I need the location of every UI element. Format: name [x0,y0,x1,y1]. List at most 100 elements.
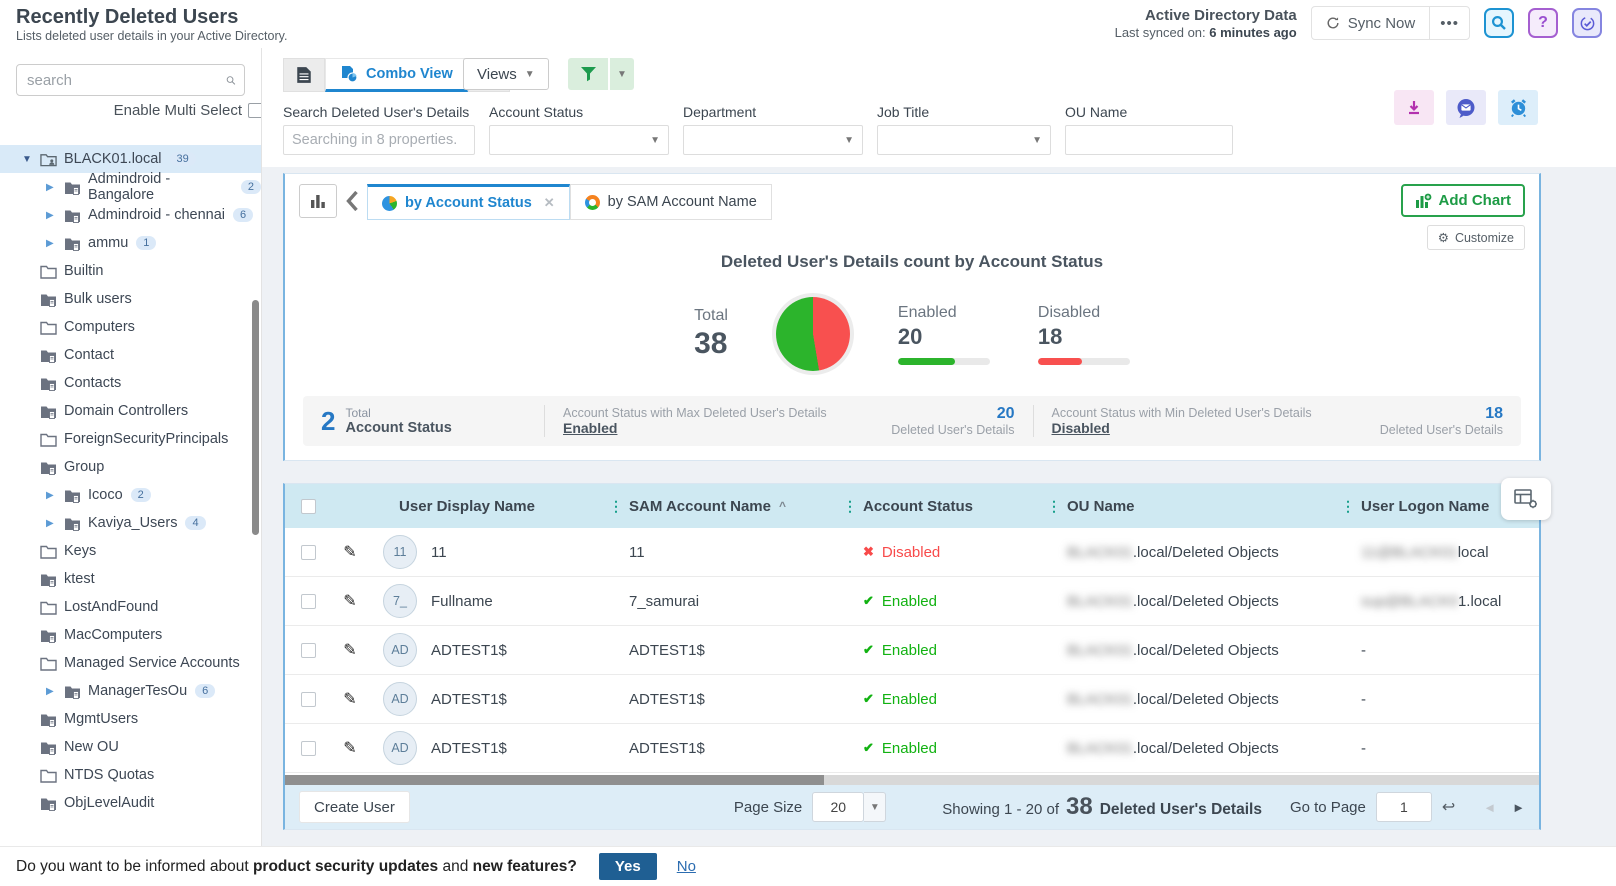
tab-combo-view[interactable]: Combo View [325,58,468,92]
next-page-button[interactable]: ► [1512,800,1525,815]
tree-item-kaviya-users[interactable]: ▶Kaviya_Users4 [0,509,261,537]
edit-pencil-icon[interactable]: ✎ [343,689,356,709]
column-header-account-status[interactable]: Account Status [863,498,973,515]
column-header-sam-account-name[interactable]: SAM Account Name [629,498,771,515]
tree-item-admindroid-chennai[interactable]: ▶Admindroid - chennai6 [0,201,261,229]
edit-pencil-icon[interactable]: ✎ [343,738,356,758]
tree-item-contact[interactable]: Contact [0,341,261,369]
goto-enter-icon[interactable]: ↩ [1442,797,1455,817]
edit-pencil-icon[interactable]: ✎ [343,591,356,611]
edit-pencil-icon[interactable]: ✎ [343,542,356,562]
chart-tab-by-sam-account-name[interactable]: by SAM Account Name [570,184,772,220]
tree-item-managertesou[interactable]: ▶ManagerTesOu6 [0,677,261,705]
feedback-button[interactable] [1446,90,1486,125]
tree-item-new-ou[interactable]: New OU [0,733,261,761]
column-menu-icon[interactable]: ⋮ [1041,498,1067,515]
add-chart-button[interactable]: Add Chart [1401,184,1526,217]
chart-tabs-scroll-left[interactable] [337,184,367,218]
ou-name-input[interactable] [1074,132,1224,148]
row-select-cell [285,545,331,560]
filter-button[interactable] [568,58,608,90]
tree-toggle-icon[interactable]: ▶ [46,490,64,501]
account-status-select[interactable]: ▼ [489,125,669,155]
tree-item-icoco[interactable]: ▶Icoco2 [0,481,261,509]
department-select[interactable]: ▼ [683,125,863,155]
column-header-ou-name[interactable]: OU Name [1067,498,1135,515]
customize-button[interactable]: ⚙ Customize [1427,225,1525,250]
close-icon[interactable]: ✕ [544,195,555,211]
select-all-checkbox[interactable] [301,499,316,514]
column-menu-icon[interactable]: ⋮ [837,498,863,515]
summary-max-link[interactable]: Enabled [563,420,827,436]
tree-item-lostandfound[interactable]: LostAndFound [0,593,261,621]
tree-toggle-icon[interactable]: ▶ [46,518,64,529]
table-row: ✎ADADTEST1$ADTEST1$✔EnabledBLACK01.local… [285,724,1539,773]
tree-item-builtin[interactable]: Builtin [0,257,261,285]
row-checkbox[interactable] [301,741,316,756]
tree-item-admindroid-bangalore[interactable]: ▶Admindroid - Bangalore2 [0,173,261,201]
search-details-input[interactable] [292,132,466,148]
schedule-button[interactable] [1498,90,1538,125]
chart-list-button[interactable] [299,184,337,218]
task-status-button[interactable] [1572,8,1602,38]
tree-search-input[interactable] [27,72,226,89]
tree-toggle-icon[interactable]: ▶ [46,210,64,221]
tree-toggle-icon[interactable]: ▶ [46,686,64,697]
sidebar-scrollbar[interactable] [252,300,259,535]
tree-item-ktest[interactable]: ktest [0,565,261,593]
tree-item-keys[interactable]: Keys [0,537,261,565]
sync-more-button[interactable]: ••• [1429,7,1469,39]
tree-item-group[interactable]: Group [0,453,261,481]
tree-item-domain-controllers[interactable]: Domain Controllers [0,397,261,425]
row-checkbox[interactable] [301,692,316,707]
filter-dropdown-button[interactable]: ▼ [610,58,634,90]
global-search-button[interactable] [1484,8,1514,38]
row-checkbox[interactable] [301,545,316,560]
tab-grid-view[interactable] [283,58,325,92]
scrollbar-thumb[interactable] [285,775,824,785]
create-user-button[interactable]: Create User [299,791,410,823]
chart-tab-label: by Account Status [405,195,532,211]
page-size-value[interactable]: 20 [812,792,864,822]
column-menu-icon[interactable]: ⋮ [603,498,629,515]
column-menu-icon[interactable]: ⋮ [1335,498,1361,515]
sync-now-button[interactable]: Sync Now [1312,15,1430,32]
tree-search-box[interactable] [16,64,245,96]
table-horizontal-scrollbar[interactable] [285,775,1539,785]
column-settings-button[interactable] [1501,478,1551,520]
prev-page-button[interactable]: ◄ [1483,800,1496,815]
row-checkbox[interactable] [301,594,316,609]
tree-item-managed-service-accounts[interactable]: Managed Service Accounts [0,649,261,677]
tree-item-foreignsecurityprincipals[interactable]: ForeignSecurityPrincipals [0,425,261,453]
multi-select-checkbox[interactable] [248,103,262,118]
tree-item-black01-local[interactable]: ▼BLACK01.local39 [0,145,261,173]
summary-min-link[interactable]: Disabled [1052,420,1312,436]
account-status-pie-chart[interactable] [776,297,850,371]
no-link[interactable]: No [677,858,696,875]
chevron-down-icon: ▼ [525,69,535,80]
tree-item-contacts[interactable]: Contacts [0,369,261,397]
tree-toggle-icon[interactable]: ▼ [22,154,40,165]
yes-button[interactable]: Yes [599,853,657,880]
tree-toggle-icon[interactable]: ▶ [46,182,64,193]
tree-item-ammu[interactable]: ▶ammu1 [0,229,261,257]
export-button[interactable] [1394,90,1434,125]
chart-tab-by-account-status[interactable]: by Account Status ✕ [367,184,570,220]
column-header-user-logon-name[interactable]: User Logon Name [1361,498,1489,515]
help-button[interactable]: ? [1528,8,1558,38]
column-header-user-display-name[interactable]: User Display Name [399,498,535,515]
tree-item-objlevelaudit[interactable]: ObjLevelAudit [0,789,261,817]
job-title-select[interactable]: ▼ [877,125,1051,155]
tree-item-ntds-quotas[interactable]: NTDS Quotas [0,761,261,789]
row-checkbox[interactable] [301,643,316,658]
tree-item-mgmtusers[interactable]: MgmtUsers [0,705,261,733]
tree-toggle-icon[interactable]: ▶ [46,238,64,249]
tree-item-maccomputers[interactable]: MacComputers [0,621,261,649]
edit-pencil-icon[interactable]: ✎ [343,640,356,660]
views-dropdown[interactable]: Views ▼ [463,58,549,90]
tree-item-bulk-users[interactable]: Bulk users [0,285,261,313]
tree-item-computers[interactable]: Computers [0,313,261,341]
page-size-dropdown[interactable]: ▼ [864,792,886,822]
chevron-left-icon [346,191,359,211]
goto-page-input[interactable] [1376,792,1432,822]
